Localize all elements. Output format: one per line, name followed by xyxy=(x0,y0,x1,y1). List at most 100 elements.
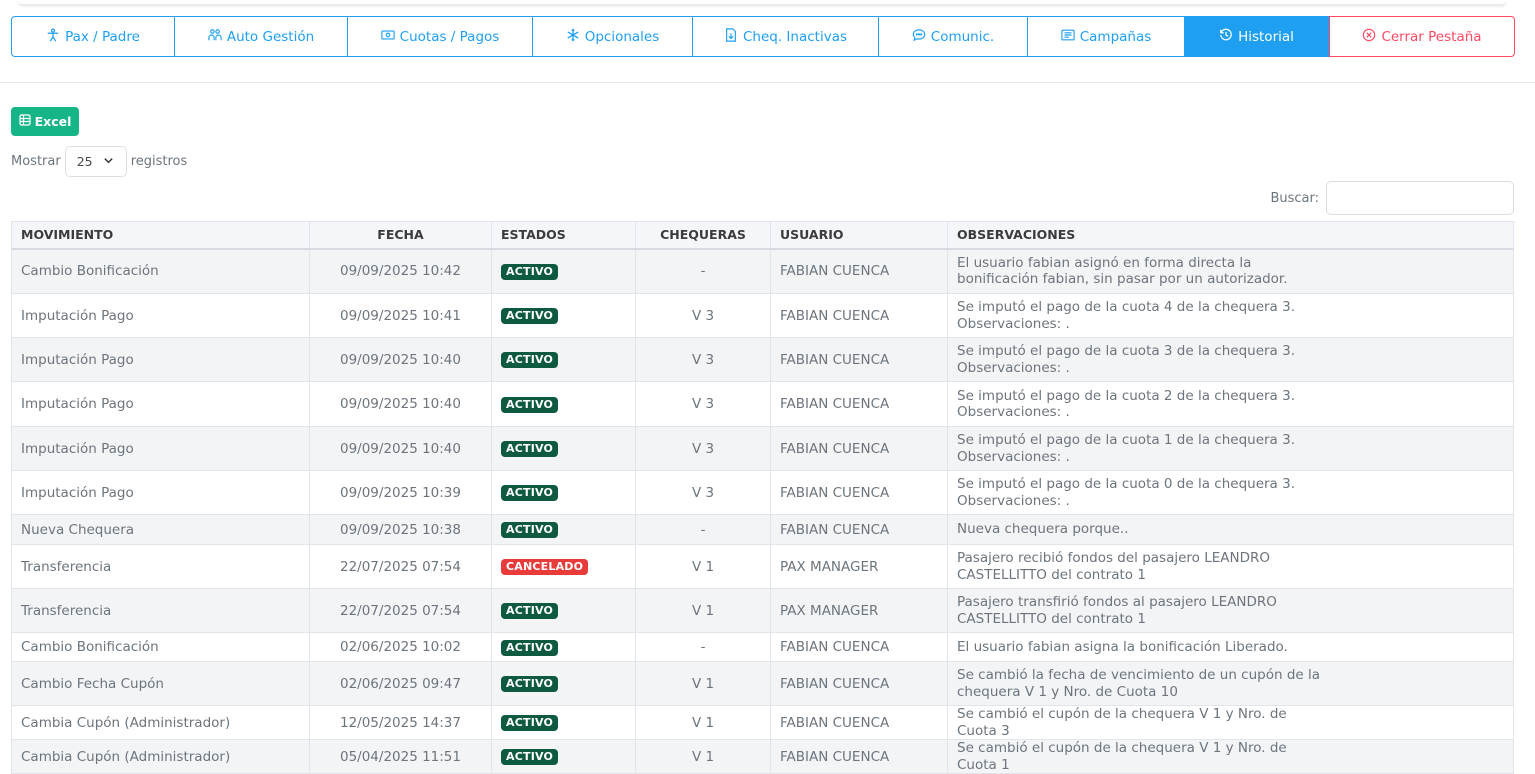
history-icon xyxy=(1219,28,1233,46)
cell-movimiento: Cambio Bonificación xyxy=(11,248,310,294)
col-usuario[interactable]: USUARIO xyxy=(770,221,948,250)
col-fecha[interactable]: FECHA xyxy=(309,221,492,250)
cell-usuario: FABIAN CUENCA xyxy=(770,514,948,545)
observation-text: Se imputó el pago de la cuota 4 de la ch… xyxy=(957,299,1295,332)
cell-estado: ACTIVO xyxy=(491,661,636,706)
tab-cheq-inactivas[interactable]: Cheq. Inactivas xyxy=(693,16,879,57)
tab-auto-gestion[interactable]: Auto Gestión xyxy=(175,16,348,57)
status-badge: ACTIVO xyxy=(501,485,559,501)
cell-movimiento: Imputación Pago xyxy=(11,337,310,382)
cell-usuario: FABIAN CUENCA xyxy=(770,470,948,515)
cell-chequera: V 3 xyxy=(635,337,771,382)
page-length-select[interactable]: 25 xyxy=(64,146,127,177)
excel-label: Excel xyxy=(34,114,72,129)
cell-fecha: 05/04/2025 11:51 xyxy=(309,739,492,774)
snowflake-icon xyxy=(566,28,580,46)
observation-text: Se cambió el cupón de la chequera V 1 y … xyxy=(957,706,1287,739)
tab-cuotas-pagos[interactable]: Cuotas / Pagos xyxy=(348,16,533,57)
cell-fecha: 09/09/2025 10:40 xyxy=(309,426,492,471)
users-icon xyxy=(208,28,222,46)
table-row: Imputación Pago 09/09/2025 10:41 ACTIVO V 3… xyxy=(11,293,1514,338)
col-observaciones[interactable]: OBSERVACIONES xyxy=(947,221,1514,250)
cell-movimiento: Imputación Pago xyxy=(11,470,310,515)
cell-movimiento: Cambia Cupón (Administrador) xyxy=(11,705,310,740)
status-badge: ACTIVO xyxy=(501,715,559,731)
observation-text: Se imputó el pago de la cuota 1 de la ch… xyxy=(957,432,1295,465)
cell-observaciones: Se cambió el cupón de la chequera V 1 y … xyxy=(947,705,1514,740)
tab-label: Auto Gestión xyxy=(226,28,315,45)
tab-label: Opcionales xyxy=(584,28,660,45)
close-circle-icon xyxy=(1362,28,1376,46)
status-badge: ACTIVO xyxy=(501,352,559,368)
close-tab-label: Cerrar Pestaña xyxy=(1381,28,1482,45)
table-row: Cambio Bonificación 09/09/2025 10:42 ACTIV… xyxy=(11,248,1514,294)
cell-fecha: 09/09/2025 10:40 xyxy=(309,381,492,427)
observation-text: Se imputó el pago de la cuota 0 de la ch… xyxy=(957,476,1295,509)
observation-text: Nueva chequera porque.. xyxy=(957,521,1129,538)
status-badge: ACTIVO xyxy=(501,396,559,413)
cell-usuario: FABIAN CUENCA xyxy=(770,426,948,471)
tab-label: Cuotas / Pagos xyxy=(399,28,500,45)
cell-chequera: V 1 xyxy=(635,588,771,633)
tab-comunic[interactable]: Comunic. xyxy=(879,16,1028,57)
tab-historial[interactable]: Historial xyxy=(1185,16,1329,57)
excel-export-button[interactable]: Excel xyxy=(11,107,79,136)
cell-observaciones: Se cambió el cupón de la chequera V 1 y … xyxy=(947,739,1514,774)
tab-bar: Pax / Padre Auto Gestión Cuotas / Pagos … xyxy=(11,16,1515,57)
cell-chequera: V 1 xyxy=(635,544,771,589)
cell-observaciones: Se imputó el pago de la cuota 0 de la ch… xyxy=(947,470,1514,515)
cell-usuario: FABIAN CUENCA xyxy=(770,337,948,382)
col-chequeras[interactable]: CHEQUERAS xyxy=(635,221,771,250)
search-box: Buscar: xyxy=(1270,181,1514,215)
cell-fecha: 09/09/2025 10:41 xyxy=(309,293,492,338)
top-card-edge xyxy=(18,0,1506,4)
cell-estado: ACTIVO xyxy=(491,293,636,338)
cell-chequera: V 3 xyxy=(635,426,771,471)
length-prefix: Mostrar xyxy=(11,154,61,169)
col-movimiento[interactable]: MOVIMIENTO xyxy=(11,221,310,250)
cell-usuario: FABIAN CUENCA xyxy=(770,705,948,740)
tab-label: Comunic. xyxy=(930,28,995,45)
page-length-value: 25 xyxy=(76,154,93,169)
cell-chequera: - xyxy=(635,514,771,545)
cell-estado: ACTIVO xyxy=(491,381,636,427)
person-icon xyxy=(46,28,60,46)
cell-observaciones: Se imputó el pago de la cuota 2 de la ch… xyxy=(947,381,1514,427)
tab-pax-padre[interactable]: Pax / Padre xyxy=(11,16,175,57)
tab-campanas[interactable]: Campañas xyxy=(1028,16,1185,57)
cell-observaciones: Se cambió la fecha de vencimiento de un … xyxy=(947,661,1514,706)
col-estados[interactable]: ESTADOS xyxy=(491,221,636,250)
status-badge: ACTIVO xyxy=(501,676,559,692)
cell-movimiento: Imputación Pago xyxy=(11,293,310,338)
cell-usuario: FABIAN CUENCA xyxy=(770,293,948,338)
status-badge: ACTIVO xyxy=(501,308,559,324)
cell-movimiento: Cambio Fecha Cupón xyxy=(11,661,310,706)
newspaper-icon xyxy=(1061,28,1075,46)
cell-chequera: V 3 xyxy=(635,381,771,427)
status-badge: CANCELADO xyxy=(501,559,589,575)
tab-opcionales[interactable]: Opcionales xyxy=(533,16,693,57)
length-suffix: registros xyxy=(130,154,188,169)
table-row: Cambio Fecha Cupón 02/06/2025 09:47 ACTIVO… xyxy=(11,661,1514,706)
search-input[interactable] xyxy=(1326,181,1514,215)
cell-estado: ACTIVO xyxy=(491,426,636,471)
cell-fecha: 09/09/2025 10:38 xyxy=(309,514,492,545)
cell-observaciones: Pasajero recibió fondos del pasajero LEA… xyxy=(947,544,1514,589)
table-row: Imputación Pago 09/09/2025 10:40 ACTIVO V 3… xyxy=(11,426,1514,471)
observation-text: Pasajero recibió fondos del pasajero LEA… xyxy=(957,550,1271,583)
cell-fecha: 22/07/2025 07:54 xyxy=(309,588,492,633)
table-body: Cambio Bonificación 09/09/2025 10:42 ACTIV… xyxy=(11,248,1514,774)
cell-observaciones: Nueva chequera porque.. xyxy=(947,514,1514,545)
observation-text: Se cambió el cupón de la chequera V 1 y … xyxy=(957,740,1287,773)
cell-usuario: FABIAN CUENCA xyxy=(770,739,948,774)
cell-movimiento: Nueva Chequera xyxy=(11,514,310,545)
cell-chequera: V 1 xyxy=(635,705,771,740)
cell-movimiento: Imputación Pago xyxy=(11,381,310,427)
cell-usuario: FABIAN CUENCA xyxy=(770,381,948,427)
cell-estado: CANCELADO xyxy=(491,544,636,589)
cell-estado: ACTIVO xyxy=(491,337,636,382)
cell-observaciones: Se imputó el pago de la cuota 3 de la ch… xyxy=(947,337,1514,382)
close-tab-button[interactable]: Cerrar Pestaña xyxy=(1329,16,1515,57)
observation-text: Se cambió la fecha de vencimiento de un … xyxy=(957,667,1321,700)
cell-estado: ACTIVO xyxy=(491,470,636,515)
